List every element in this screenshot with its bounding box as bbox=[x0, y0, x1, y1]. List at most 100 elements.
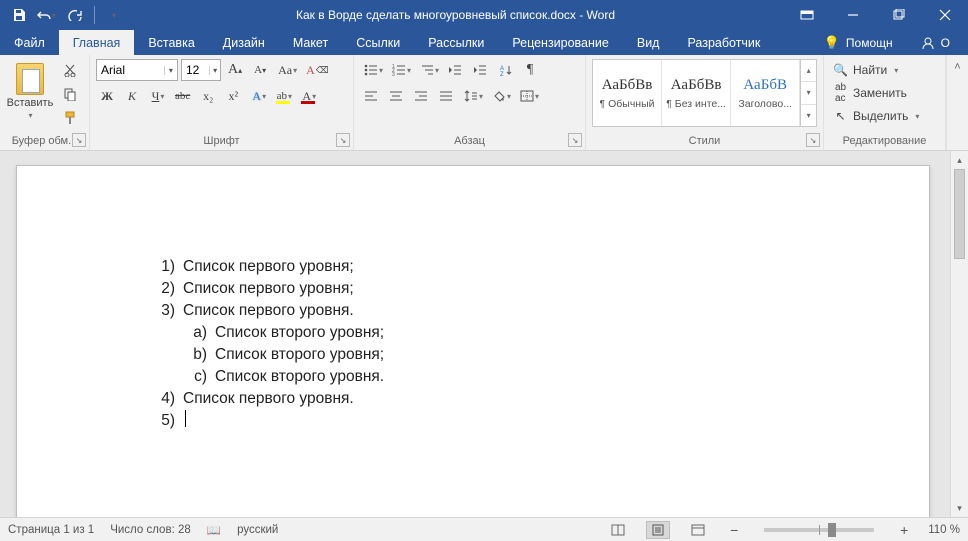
bullets-button[interactable]: ▾ bbox=[360, 59, 385, 81]
document-content[interactable]: 1)Список первого уровня;2)Список первого… bbox=[155, 256, 384, 432]
list-text[interactable]: Список второго уровня. bbox=[215, 366, 384, 388]
find-button[interactable]: 🔍Найти▾ bbox=[830, 59, 939, 81]
cut-button[interactable] bbox=[59, 59, 81, 81]
close-button[interactable] bbox=[922, 0, 968, 30]
scroll-track[interactable] bbox=[951, 169, 968, 499]
share-button[interactable]: О bbox=[907, 30, 968, 55]
scroll-up[interactable]: ▴ bbox=[951, 151, 968, 169]
copy-button[interactable] bbox=[59, 83, 81, 105]
decrease-indent-button[interactable] bbox=[444, 59, 466, 81]
page[interactable]: 1)Список первого уровня;2)Список первого… bbox=[16, 165, 930, 517]
tab-file[interactable]: Файл bbox=[0, 30, 59, 55]
zoom-out-button[interactable]: − bbox=[726, 522, 742, 538]
undo-button[interactable]: ▾ bbox=[34, 3, 60, 27]
vertical-scrollbar[interactable]: ▴ ▾ bbox=[950, 151, 968, 517]
proofing-icon[interactable]: 📖 bbox=[207, 523, 221, 537]
bold-button[interactable]: Ж bbox=[96, 85, 118, 107]
view-print-layout[interactable] bbox=[646, 521, 670, 539]
numbering-button[interactable]: 123▾ bbox=[388, 59, 413, 81]
list-text[interactable]: Список первого уровня; bbox=[183, 256, 354, 278]
style-normal[interactable]: АаБбВв ¶ Обычный bbox=[593, 60, 662, 126]
tab-mailings[interactable]: Рассылки bbox=[414, 30, 498, 55]
zoom-level[interactable]: 110 % bbox=[928, 524, 960, 536]
tab-references[interactable]: Ссылки bbox=[342, 30, 414, 55]
zoom-in-button[interactable]: + bbox=[896, 522, 912, 538]
borders-button[interactable]: ▾ bbox=[516, 85, 541, 107]
shading-button[interactable]: ▾ bbox=[488, 85, 513, 107]
page-area[interactable]: 1)Список первого уровня;2)Список первого… bbox=[0, 151, 950, 517]
gallery-down[interactable]: ▾ bbox=[801, 82, 816, 104]
list-text[interactable]: Список второго уровня; bbox=[215, 344, 384, 366]
tab-review[interactable]: Рецензирование bbox=[498, 30, 623, 55]
view-read-mode[interactable] bbox=[606, 521, 630, 539]
minimize-button[interactable] bbox=[830, 0, 876, 30]
font-color-button[interactable]: A▾ bbox=[297, 85, 319, 107]
superscript-button[interactable]: x² bbox=[222, 85, 244, 107]
tell-me[interactable]: 💡Помощн bbox=[810, 30, 907, 55]
line-spacing-button[interactable]: ▾ bbox=[460, 85, 485, 107]
collapse-ribbon-button[interactable]: ˄ bbox=[946, 55, 968, 150]
list-item[interactable]: b)Список второго уровня; bbox=[155, 344, 384, 366]
list-text[interactable]: Список второго уровня; bbox=[215, 322, 384, 344]
highlight-button[interactable]: ab▾ bbox=[272, 85, 294, 107]
ribbon-display-options[interactable] bbox=[784, 0, 830, 30]
shrink-font-button[interactable]: A▾ bbox=[249, 59, 271, 81]
strikethrough-button[interactable]: abc bbox=[171, 85, 194, 107]
list-item[interactable]: 5) bbox=[155, 410, 384, 432]
style-heading1[interactable]: АаБбВ Заголово... bbox=[731, 60, 800, 126]
tab-insert[interactable]: Вставка bbox=[134, 30, 208, 55]
change-case-button[interactable]: Aa▾ bbox=[274, 59, 299, 81]
align-center-button[interactable] bbox=[385, 85, 407, 107]
qat-customize[interactable]: ▾ bbox=[101, 3, 127, 27]
tab-design[interactable]: Дизайн bbox=[209, 30, 279, 55]
format-painter-button[interactable] bbox=[59, 107, 81, 129]
align-right-button[interactable] bbox=[410, 85, 432, 107]
italic-button[interactable]: К bbox=[121, 85, 143, 107]
grow-font-button[interactable]: A▴ bbox=[224, 59, 246, 81]
gallery-up[interactable]: ▴ bbox=[801, 60, 816, 82]
gallery-more[interactable]: ▾ bbox=[801, 105, 816, 126]
sort-button[interactable]: AZ bbox=[494, 59, 516, 81]
subscript-button[interactable]: x₂ bbox=[197, 85, 219, 107]
font-size-input[interactable] bbox=[182, 63, 209, 77]
select-button[interactable]: ↖Выделить▾ bbox=[830, 105, 939, 127]
underline-button[interactable]: Ч▾ bbox=[146, 85, 168, 107]
paragraph-launcher[interactable]: ↘ bbox=[568, 133, 582, 147]
redo-button[interactable] bbox=[62, 3, 88, 27]
zoom-knob[interactable] bbox=[828, 523, 836, 537]
view-web-layout[interactable] bbox=[686, 521, 710, 539]
justify-button[interactable] bbox=[435, 85, 457, 107]
maximize-button[interactable] bbox=[876, 0, 922, 30]
styles-gallery[interactable]: АаБбВв ¶ Обычный АаБбВв ¶ Без инте... Аа… bbox=[592, 59, 817, 127]
multilevel-button[interactable]: ▾ bbox=[416, 59, 441, 81]
tab-home[interactable]: Главная bbox=[59, 30, 135, 55]
increase-indent-button[interactable] bbox=[469, 59, 491, 81]
list-item[interactable]: a)Список второго уровня; bbox=[155, 322, 384, 344]
list-item[interactable]: c)Список второго уровня. bbox=[155, 366, 384, 388]
list-text[interactable]: Список первого уровня. bbox=[183, 300, 354, 322]
tab-layout[interactable]: Макет bbox=[279, 30, 342, 55]
style-no-spacing[interactable]: АаБбВв ¶ Без инте... bbox=[662, 60, 731, 126]
font-size-combo[interactable]: ▾ bbox=[181, 59, 221, 81]
list-item[interactable]: 2)Список первого уровня; bbox=[155, 278, 384, 300]
paste-button[interactable]: Вставить ▾ bbox=[6, 59, 54, 127]
font-launcher[interactable]: ↘ bbox=[336, 133, 350, 147]
font-name-input[interactable] bbox=[97, 63, 164, 77]
replace-button[interactable]: abacЗаменить bbox=[830, 82, 939, 104]
tab-developer[interactable]: Разработчик bbox=[673, 30, 774, 55]
list-text[interactable]: Список первого уровня; bbox=[183, 278, 354, 300]
list-item[interactable]: 3)Список первого уровня. bbox=[155, 300, 384, 322]
clipboard-launcher[interactable]: ↘ bbox=[72, 133, 86, 147]
zoom-slider[interactable] bbox=[764, 528, 874, 532]
status-words[interactable]: Число слов: 28 bbox=[110, 524, 191, 536]
save-button[interactable] bbox=[6, 3, 32, 27]
list-item[interactable]: 4)Список первого уровня. bbox=[155, 388, 384, 410]
clear-formatting-button[interactable]: A⌫ bbox=[302, 59, 332, 81]
text-effects-button[interactable]: A▾ bbox=[247, 85, 269, 107]
status-page[interactable]: Страница 1 из 1 bbox=[8, 524, 94, 536]
show-marks-button[interactable]: ¶ bbox=[519, 59, 541, 81]
font-name-combo[interactable]: ▾ bbox=[96, 59, 178, 81]
scroll-down[interactable]: ▾ bbox=[951, 499, 968, 517]
styles-launcher[interactable]: ↘ bbox=[806, 133, 820, 147]
status-language[interactable]: русский bbox=[237, 524, 278, 536]
